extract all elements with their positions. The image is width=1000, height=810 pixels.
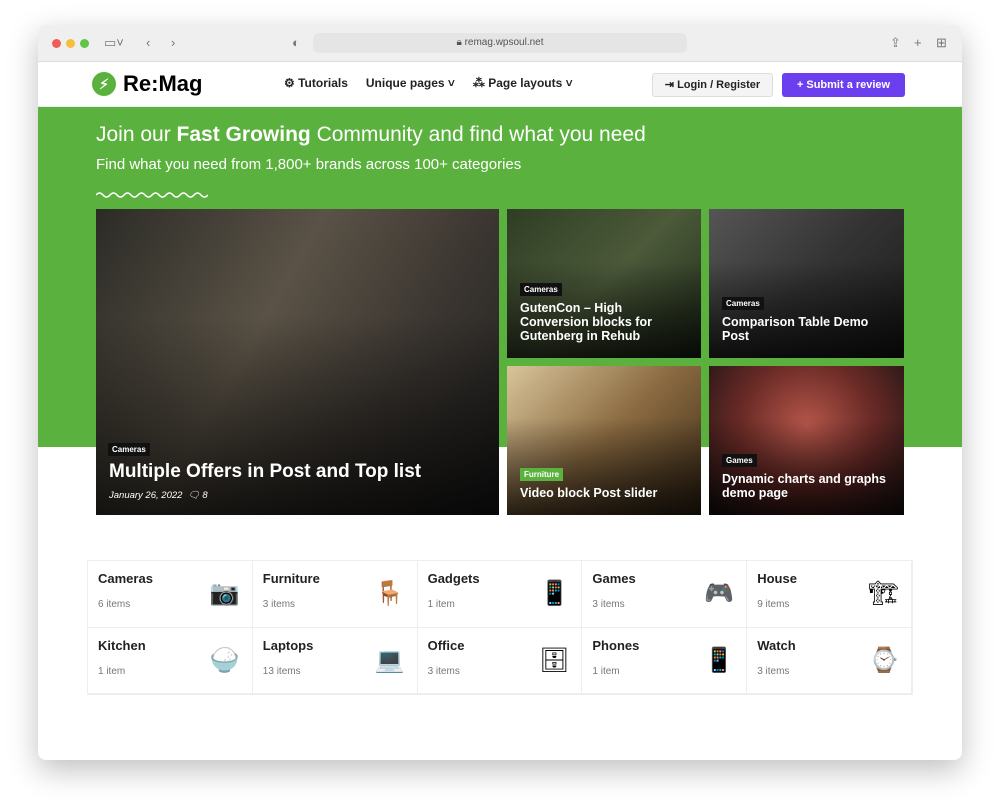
category-image-icon: 🎮 (704, 580, 735, 607)
lock-icon: 🔒︎ (456, 37, 465, 48)
url-text: remag.wpsoul.net (464, 37, 544, 48)
new-tab-icon[interactable]: + (914, 35, 922, 50)
menu-label: Page layouts (488, 76, 563, 90)
wave-divider (96, 192, 208, 198)
minimize-button[interactable] (66, 39, 75, 48)
address-bar[interactable]: 🔒︎ remag.wpsoul.net (313, 33, 687, 53)
comment-icon: 🗨︎ (187, 490, 200, 501)
category-item[interactable]: Games 3 items 🎮 (582, 561, 748, 628)
login-register-button[interactable]: ⇥ Login / Register (652, 73, 773, 97)
login-label: Login / Register (677, 79, 761, 91)
post-card[interactable]: Cameras GutenCon – High Conversion block… (507, 209, 701, 358)
post-title[interactable]: Multiple Offers in Post and Top list (109, 461, 421, 483)
post-card[interactable]: Cameras Comparison Table Demo Post (709, 209, 904, 358)
post-tag[interactable]: Games (722, 454, 757, 467)
bolt-icon: ⚡︎ (92, 72, 116, 96)
submit-label: Submit a review (806, 79, 891, 91)
chevron-down-icon: ˅ (562, 76, 573, 90)
category-image-icon: 🏗 (868, 580, 899, 607)
browser-toolbar: ▭˅ ‹ › ◐ 🔒︎ remag.wpsoul.net ⇪ + ⊞ (38, 25, 962, 62)
category-image-icon: 🪑 (374, 580, 405, 607)
post-tag[interactable]: Cameras (722, 297, 764, 310)
logo[interactable]: ⚡︎ Re:Mag (92, 71, 202, 97)
maximize-button[interactable] (80, 39, 89, 48)
sitemap-icon: ⁂ (472, 76, 489, 90)
category-image-icon: ⌚ (869, 646, 899, 674)
category-item[interactable]: Phones 1 item 📱 (582, 627, 748, 694)
browser-window: ▭˅ ‹ › ◐ 🔒︎ remag.wpsoul.net ⇪ + ⊞ ⚡︎ Re:… (38, 25, 962, 760)
category-grid: Cameras 6 items 📷 Furniture 3 items 🪑 Gadgets 1… (87, 560, 913, 695)
category-image-icon: 💻 (374, 646, 405, 674)
category-image-icon: 📷 (209, 580, 240, 607)
forward-icon[interactable]: › (171, 35, 175, 50)
post-card[interactable]: Furniture Video block Post slider (507, 366, 701, 515)
login-icon: ⇥ (664, 79, 678, 91)
sidebar-icon[interactable]: ▭˅ (104, 35, 124, 51)
site-header: ⚡︎ Re:Mag ⚙ Tutorials Unique pages ˅ ⁂ Pa… (38, 62, 962, 107)
submit-review-button[interactable]: + Submit a review (782, 73, 905, 97)
shield-icon[interactable]: ◐ (292, 35, 300, 50)
post-tag[interactable]: Cameras (520, 283, 562, 296)
menu-page-layouts[interactable]: ⁂ Page layouts ˅ (473, 76, 573, 90)
menu-unique-pages[interactable]: Unique pages ˅ (366, 76, 455, 90)
share-icon[interactable]: ⇪ (890, 35, 901, 51)
close-button[interactable] (52, 39, 61, 48)
menu-tutorials[interactable]: ⚙ Tutorials (284, 76, 348, 90)
category-item[interactable]: Office 3 items 🗄 (417, 627, 583, 694)
hero-subtitle: Find what you need from 1,800+ brands ac… (96, 156, 522, 173)
post-card-featured[interactable]: Cameras Multiple Offers in Post and Top … (96, 209, 499, 515)
category-item[interactable]: Laptops 13 items 💻 (252, 627, 418, 694)
post-tag[interactable]: Furniture (520, 468, 564, 481)
category-item[interactable]: Watch 3 items ⌚ (747, 627, 912, 694)
menu-label: Unique pages (365, 76, 445, 90)
post-card[interactable]: Games Dynamic charts and graphs demo pag… (709, 366, 904, 515)
category-item[interactable]: Cameras 6 items 📷 (88, 561, 253, 628)
category-image-icon: 🗄 (538, 646, 570, 674)
post-title[interactable]: Dynamic charts and graphs demo page (722, 472, 892, 500)
plus-icon: + (796, 79, 807, 91)
category-item[interactable]: Kitchen 1 item 🍚 (88, 627, 253, 694)
post-title[interactable]: GutenCon – High Conversion blocks for Gu… (520, 301, 690, 343)
post-title[interactable]: Video block Post slider (520, 486, 657, 500)
main-menu: ⚙ Tutorials Unique pages ˅ ⁂ Page layout… (284, 76, 573, 90)
category-image-icon: 🍚 (209, 646, 240, 674)
back-icon[interactable]: ‹ (146, 35, 150, 50)
category-item[interactable]: Furniture 3 items 🪑 (252, 561, 418, 628)
chevron-down-icon: ˅ (444, 76, 455, 90)
hero-title: Join our Fast Growing Community and find… (96, 123, 646, 146)
post-meta: January 26, 2022 🗨︎ 8 (109, 490, 208, 501)
category-item[interactable]: House 9 items 🏗 (747, 561, 912, 628)
category-image-icon: 📱 (704, 646, 735, 674)
gear-icon: ⚙ (284, 76, 299, 90)
logo-text: Re:Mag (123, 71, 203, 96)
menu-label: Tutorials (298, 76, 348, 90)
category-item[interactable]: Gadgets 1 item 📱 (417, 561, 583, 628)
category-image-icon: 📱 (539, 580, 570, 607)
post-tag[interactable]: Cameras (108, 443, 150, 456)
post-title[interactable]: Comparison Table Demo Post (722, 315, 897, 343)
tabs-overview-icon[interactable]: ⊞ (936, 35, 947, 51)
